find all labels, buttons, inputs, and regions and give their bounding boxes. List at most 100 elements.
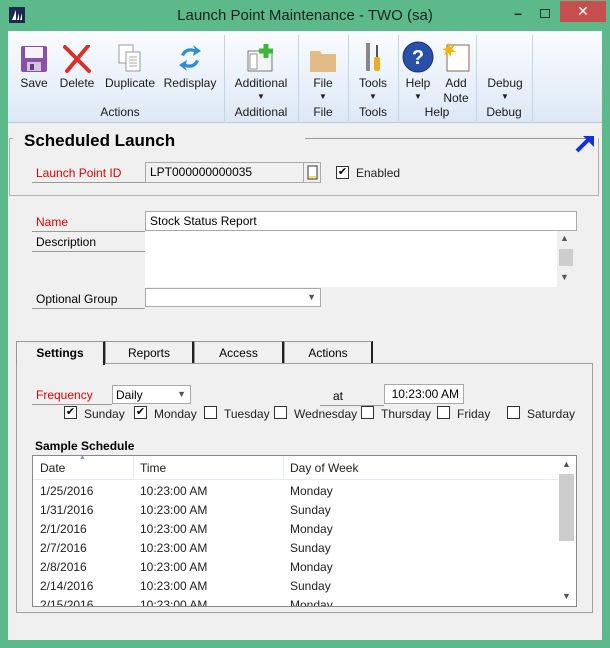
scroll-up-icon[interactable]: ▲ — [562, 459, 571, 469]
chevron-down-icon: ▼ — [177, 389, 186, 399]
cell-day: Monday — [290, 598, 333, 607]
optional-group-label: Optional Group — [32, 292, 145, 309]
checkbox-thursday[interactable] — [361, 406, 374, 419]
name-field[interactable]: Stock Status Report — [145, 211, 577, 231]
svg-text:?: ? — [412, 47, 424, 69]
table-row[interactable]: 2/8/2016 10:23:00 AM Monday — [33, 558, 553, 577]
day-label: Saturday — [527, 407, 576, 421]
sample-schedule-grid: Date ▲ Time Day of Week 1/25/2016 10:23:0… — [32, 455, 577, 607]
dropdown-caret-icon: ▼ — [369, 92, 377, 101]
cell-time: 10:23:00 AM — [140, 522, 208, 536]
grid-scrollbar[interactable]: ▲ ▼ — [558, 456, 576, 606]
help-icon: ? — [400, 35, 436, 73]
debug-button[interactable]: Debug ▼ — [478, 35, 532, 102]
tab-access[interactable]: Access — [194, 341, 284, 364]
table-row[interactable]: 2/7/2016 10:23:00 AM Sunday — [33, 539, 553, 558]
scroll-down-icon[interactable]: ▼ — [562, 591, 571, 601]
save-icon — [14, 35, 54, 73]
cell-time: 10:23:00 AM — [140, 541, 208, 555]
checkbox-saturday[interactable] — [507, 406, 520, 419]
at-label: at — [320, 389, 384, 406]
expand-arrow-icon[interactable] — [574, 133, 596, 156]
tab-actions[interactable]: Actions — [284, 341, 373, 364]
checkbox-tuesday[interactable] — [204, 406, 217, 419]
table-row[interactable]: 1/25/2016 10:23:00 AM Monday — [33, 482, 553, 501]
checkbox-sunday[interactable]: ✔ — [64, 406, 77, 419]
dropdown-caret-icon: ▼ — [501, 92, 509, 101]
enabled-checkbox[interactable]: ✔ — [336, 166, 349, 179]
group-divider — [532, 35, 533, 121]
close-button[interactable]: ✕ — [560, 1, 606, 22]
name-label: Name — [32, 215, 145, 232]
checkbox-monday[interactable]: ✔ — [134, 406, 147, 419]
launch-point-id-field[interactable]: LPT000000000035 — [145, 162, 304, 183]
help-button[interactable]: ? Help ▼ — [400, 35, 436, 102]
cell-time: 10:23:00 AM — [140, 503, 208, 517]
sort-ascending-icon: ▲ — [79, 455, 86, 461]
additional-button[interactable]: Additional ▼ — [228, 35, 294, 102]
checkbox-wednesday[interactable] — [274, 406, 287, 419]
scroll-down-icon[interactable]: ▼ — [560, 272, 569, 282]
scroll-thumb[interactable] — [559, 249, 573, 266]
delete-button[interactable]: Delete — [56, 35, 98, 91]
checkbox-friday[interactable] — [437, 406, 450, 419]
add-note-icon — [436, 35, 476, 73]
time-field[interactable]: 10:23:00 AM — [384, 384, 464, 404]
minimize-button[interactable]: – — [505, 5, 531, 23]
scroll-up-icon[interactable]: ▲ — [560, 233, 569, 243]
group-label-file: File — [313, 105, 333, 119]
cell-day: Sunday — [290, 579, 331, 593]
tab-reports[interactable]: Reports — [105, 341, 194, 364]
scroll-thumb[interactable] — [559, 474, 574, 541]
dropdown-caret-icon: ▼ — [319, 92, 327, 101]
tools-button[interactable]: Tools ▼ — [350, 35, 396, 102]
page-title: Scheduled Launch — [24, 131, 176, 150]
frequency-select[interactable]: Daily ▼ — [112, 385, 191, 404]
maximize-button[interactable] — [532, 5, 558, 23]
optional-group-select[interactable]: ▼ — [145, 288, 321, 307]
description-scrollbar[interactable]: ▲ ▼ — [557, 231, 575, 287]
group-box-edge — [9, 138, 13, 139]
folder-icon — [300, 35, 346, 73]
new-document-icon — [307, 165, 318, 180]
column-divider — [283, 456, 284, 480]
cell-day: Sunday — [290, 541, 331, 555]
new-id-button[interactable] — [303, 162, 321, 183]
cell-date: 2/1/2016 — [40, 522, 87, 536]
ribbon: Save Delete Duplicate Redisplay Actions … — [8, 31, 602, 123]
description-field[interactable] — [145, 231, 557, 287]
cell-time: 10:23:00 AM — [140, 484, 208, 498]
cell-date: 1/31/2016 — [40, 503, 94, 517]
header-rule — [305, 138, 590, 139]
file-button[interactable]: File ▼ — [300, 35, 346, 102]
day-label: Tuesday — [224, 407, 270, 421]
table-row[interactable]: 2/14/2016 10:23:00 AM Sunday — [33, 577, 553, 596]
cell-time: 10:23:00 AM — [140, 579, 208, 593]
cell-date: 2/7/2016 — [40, 541, 87, 555]
table-row[interactable]: 2/15/2016 10:23:00 AM Monday — [33, 596, 553, 607]
cell-date: 2/15/2016 — [40, 598, 94, 607]
cell-time: 10:23:00 AM — [140, 598, 208, 607]
chevron-down-icon: ▼ — [307, 292, 316, 302]
redisplay-button[interactable]: Redisplay — [162, 35, 218, 91]
delete-icon — [56, 35, 98, 73]
column-header-day[interactable]: Day of Week — [290, 461, 358, 475]
cell-day: Monday — [290, 522, 333, 536]
sample-schedule-label: Sample Schedule — [35, 439, 135, 453]
tab-settings[interactable]: Settings — [16, 341, 105, 365]
day-label: Sunday — [84, 407, 125, 421]
group-label-actions: Actions — [100, 105, 140, 119]
column-header-date[interactable]: Date — [40, 461, 65, 475]
cell-time: 10:23:00 AM — [140, 560, 208, 574]
save-button[interactable]: Save — [14, 35, 54, 91]
dropdown-caret-icon: ▼ — [414, 92, 422, 101]
day-label: Wednesday — [294, 407, 358, 421]
duplicate-button[interactable]: Duplicate — [100, 35, 160, 91]
add-note-button[interactable]: Add Note — [436, 35, 476, 106]
column-header-time[interactable]: Time — [140, 461, 166, 475]
tools-icon — [350, 35, 396, 73]
table-row[interactable]: 1/31/2016 10:23:00 AM Sunday — [33, 501, 553, 520]
table-row[interactable]: 2/1/2016 10:23:00 AM Monday — [33, 520, 553, 539]
duplicate-icon — [100, 35, 160, 73]
cell-date: 2/8/2016 — [40, 560, 87, 574]
